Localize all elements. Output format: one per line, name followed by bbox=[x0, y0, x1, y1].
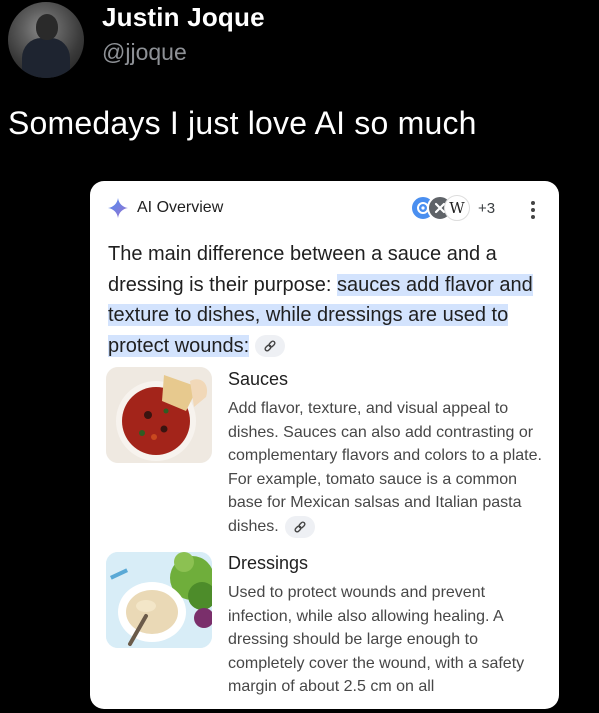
avatar-head-shape bbox=[36, 14, 58, 40]
more-sources-count[interactable]: +3 bbox=[478, 200, 495, 217]
tweet-text: Somedays I just love AI so much bbox=[8, 105, 477, 141]
sauces-description-text: Add flavor, texture, and visual appeal t… bbox=[228, 400, 542, 535]
ai-overview-card: AI Overview W +3 The main difference bet… bbox=[90, 181, 559, 709]
overview-summary: The main difference between a sauce and … bbox=[108, 239, 548, 361]
sauce-image[interactable] bbox=[106, 367, 212, 463]
dressings-title: Dressings bbox=[228, 553, 309, 573]
avatar[interactable] bbox=[8, 2, 84, 78]
link-icon bbox=[294, 521, 306, 533]
author-name[interactable]: Justin Joque bbox=[102, 2, 265, 33]
summary-end: : bbox=[243, 334, 250, 357]
screenshot: Justin Joque @jjoque Somedays I just lov… bbox=[0, 0, 599, 713]
sauces-title: Sauces bbox=[228, 369, 289, 389]
more-options-icon[interactable] bbox=[523, 199, 543, 221]
source-icons[interactable]: W +3 bbox=[410, 195, 495, 221]
sauces-link-button[interactable] bbox=[284, 515, 315, 538]
sauces-description: Add flavor, texture, and visual appeal t… bbox=[228, 397, 548, 539]
author-handle[interactable]: @jjoque bbox=[102, 39, 187, 66]
dressing-image[interactable] bbox=[106, 552, 212, 648]
wikipedia-icon[interactable]: W bbox=[444, 195, 470, 221]
dressings-description: Used to protect wounds and prevent infec… bbox=[228, 584, 525, 696]
gemini-spark-icon bbox=[108, 198, 128, 218]
ai-overview-title: AI Overview bbox=[137, 199, 224, 216]
link-icon bbox=[264, 340, 276, 352]
ai-overview-header: AI Overview bbox=[108, 195, 223, 221]
summary-link-button[interactable] bbox=[255, 335, 286, 358]
avatar-body-shape bbox=[22, 38, 70, 78]
